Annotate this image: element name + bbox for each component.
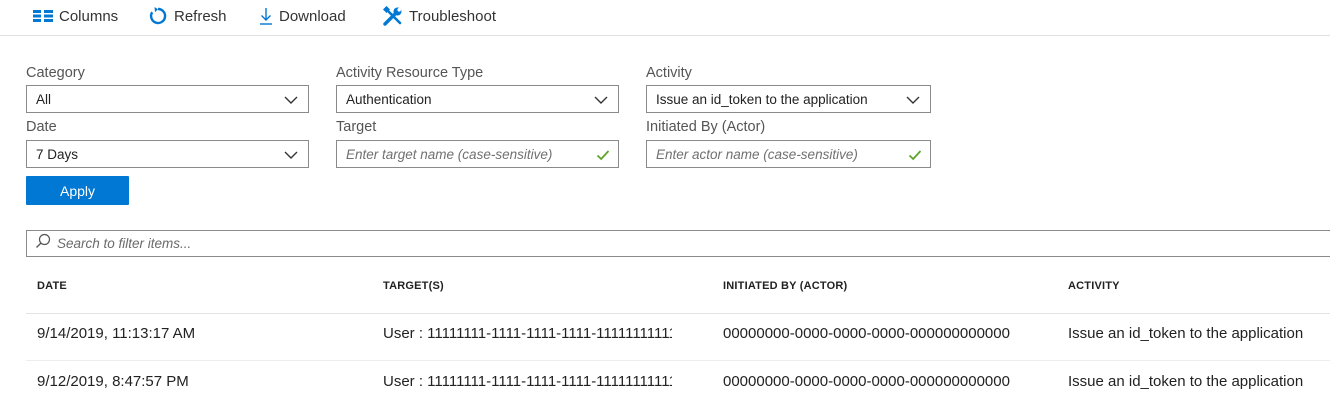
search-placeholder: Search to filter items... <box>57 236 192 251</box>
initiated-by-input[interactable]: Enter actor name (case-sensitive) <box>646 140 931 168</box>
column-header-initiated-by[interactable]: INITIATED BY (ACTOR) <box>723 280 847 292</box>
wrench-screwdriver-icon <box>383 6 403 26</box>
cell-activity: Issue an id_token to the application <box>1068 373 1304 390</box>
cell-target: User : 11111111-1111-1111-1111-111111111… <box>383 325 672 342</box>
category-value: All <box>36 91 52 107</box>
target-placeholder: Enter target name (case-sensitive) <box>346 146 553 162</box>
refresh-label: Refresh <box>174 7 227 25</box>
columns-icon <box>33 10 53 22</box>
chevron-down-icon <box>906 93 920 110</box>
resource-type-value: Authentication <box>346 91 432 107</box>
activity-value: Issue an id_token to the application <box>656 91 868 107</box>
column-header-date[interactable]: DATE <box>37 280 67 292</box>
column-header-targets[interactable]: TARGET(S) <box>383 280 444 292</box>
target-input[interactable]: Enter target name (case-sensitive) <box>336 140 619 168</box>
troubleshoot-button[interactable]: Troubleshoot <box>383 5 496 27</box>
category-dropdown[interactable]: All <box>26 85 309 113</box>
activity-label: Activity <box>646 65 692 81</box>
activity-dropdown[interactable]: Issue an id_token to the application <box>646 85 931 113</box>
cell-initiated-by: 00000000-0000-0000-0000-000000000000 <box>723 373 1010 390</box>
checkmark-icon <box>908 148 922 165</box>
initiated-by-placeholder: Enter actor name (case-sensitive) <box>656 146 858 162</box>
cell-target: User : 11111111-1111-1111-1111-111111111… <box>383 373 672 390</box>
refresh-button[interactable]: Refresh <box>148 5 227 27</box>
resource-type-label: Activity Resource Type <box>336 65 484 81</box>
troubleshoot-label: Troubleshoot <box>409 7 496 25</box>
date-value: 7 Days <box>36 146 79 162</box>
search-input[interactable]: Search to filter items... <box>26 230 1330 257</box>
cell-date: 9/12/2019, 8:47:57 PM <box>37 373 189 390</box>
initiated-by-label: Initiated By (Actor) <box>646 119 766 135</box>
cell-date: 9/14/2019, 11:13:17 AM <box>37 325 196 342</box>
download-label: Download <box>279 7 346 25</box>
columns-label: Columns <box>59 7 119 25</box>
apply-button[interactable]: Apply <box>26 176 129 205</box>
category-label: Category <box>26 65 85 81</box>
search-icon <box>35 233 51 254</box>
cell-activity: Issue an id_token to the application <box>1068 325 1304 342</box>
header-divider <box>26 313 1330 314</box>
checkmark-icon <box>596 148 610 165</box>
row-divider <box>26 360 1330 361</box>
column-header-activity[interactable]: ACTIVITY <box>1068 280 1120 292</box>
date-dropdown[interactable]: 7 Days <box>26 140 309 168</box>
chevron-down-icon <box>284 93 298 110</box>
resource-type-dropdown[interactable]: Authentication <box>336 85 619 113</box>
refresh-icon <box>148 6 168 26</box>
target-label: Target <box>336 119 377 135</box>
command-toolbar: Columns Refresh Download Troubleshoot <box>0 0 1330 36</box>
download-icon <box>259 7 273 25</box>
chevron-down-icon <box>284 148 298 165</box>
chevron-down-icon <box>594 93 608 110</box>
date-label: Date <box>26 119 57 135</box>
cell-initiated-by: 00000000-0000-0000-0000-000000000000 <box>723 325 1010 342</box>
columns-button[interactable]: Columns <box>33 5 118 27</box>
download-button[interactable]: Download <box>259 5 346 27</box>
